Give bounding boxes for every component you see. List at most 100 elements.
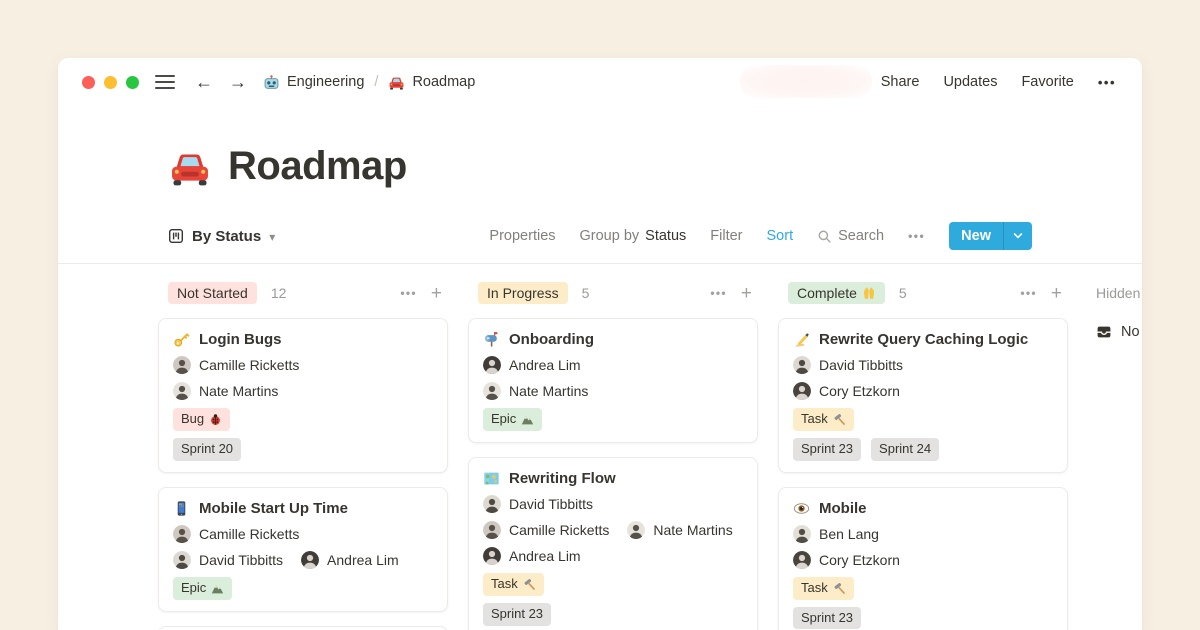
map-icon: [483, 470, 500, 487]
card-onboarding[interactable]: OnboardingAndrea LimNate MartinsEpic: [468, 318, 758, 443]
topbar-actions: Share Updates Favorite •••: [881, 74, 1116, 90]
assignee-row: Cory Etzkorn: [793, 382, 1053, 400]
assignee-row: Cory Etzkorn: [793, 551, 1053, 569]
assignee: Cory Etzkorn: [793, 382, 900, 400]
avatar: [793, 356, 811, 374]
car-icon: [388, 74, 405, 91]
assignee-row: Camille Ricketts: [173, 525, 433, 543]
group-by-prefix: Group by: [580, 228, 640, 244]
hammer-icon: [523, 578, 536, 591]
breadcrumb-separator: /: [374, 74, 378, 90]
new-button-chevron-icon[interactable]: [1003, 222, 1032, 250]
assignee-name: Camille Ricketts: [199, 357, 299, 373]
tag-row: Sprint 23: [483, 603, 743, 626]
robot-icon: [263, 74, 280, 91]
tag-label: Sprint 23: [801, 440, 853, 459]
avatar: [793, 525, 811, 543]
status-pill[interactable]: Complete: [788, 282, 885, 305]
minimize-window-button[interactable]: [104, 76, 117, 89]
toolbar-sort[interactable]: Sort: [767, 228, 794, 244]
card-title: Rewrite Query Caching Logic: [819, 331, 1028, 348]
tag-pill: Sprint 24: [871, 438, 939, 461]
share-button[interactable]: Share: [881, 74, 920, 90]
avatar: [173, 551, 191, 569]
favorite-button[interactable]: Favorite: [1021, 74, 1073, 90]
column-add-icon[interactable]: +: [431, 284, 442, 303]
card-login-bugs[interactable]: Login BugsCamille RickettsNate MartinsBu…: [158, 318, 448, 473]
more-options-icon[interactable]: •••: [1098, 75, 1116, 90]
breadcrumb-item[interactable]: Roadmap: [388, 74, 475, 91]
assignee-row: Camille Ricketts: [173, 356, 433, 374]
group-by-value: Status: [645, 228, 686, 244]
avatar: [483, 382, 501, 400]
board-column-hidden: Hidden No: [1088, 280, 1142, 340]
card-rewriting-flow[interactable]: Rewriting FlowDavid TibbittsCamille Rick…: [468, 457, 758, 630]
column-more-icon[interactable]: •••: [1020, 286, 1037, 300]
tag-pill: Sprint 20: [173, 438, 241, 461]
card-error-codes[interactable]: Error Codes: [158, 626, 448, 630]
back-arrow-icon[interactable]: ←: [195, 73, 213, 91]
forward-arrow-icon[interactable]: →: [229, 73, 247, 91]
card-mobile-start-up-time[interactable]: Mobile Start Up TimeCamille RickettsDavi…: [158, 487, 448, 612]
tag-pill: Sprint 23: [793, 607, 861, 630]
column-count: 12: [271, 285, 287, 301]
hidden-columns-label[interactable]: Hidden: [1096, 285, 1140, 301]
breadcrumb-item[interactable]: Engineering: [263, 74, 364, 91]
toolbar-filter[interactable]: Filter: [710, 228, 742, 244]
mountain-icon: [211, 582, 224, 595]
toolbar-more-icon[interactable]: •••: [908, 229, 925, 243]
tag-row: Task: [793, 408, 1053, 431]
redacted-highlight: [740, 65, 872, 98]
assignee-name: Nate Martins: [509, 383, 588, 399]
column-more-icon[interactable]: •••: [710, 286, 727, 300]
window-controls: [82, 76, 139, 89]
tag-row: Sprint 23 Sprint 24: [793, 438, 1053, 461]
tag-pill: Sprint 23: [793, 438, 861, 461]
assignee: Nate Martins: [483, 382, 588, 400]
assignee-name: Andrea Lim: [509, 548, 581, 564]
board-column-complete: Complete5•••+Rewrite Query Caching Logic…: [778, 280, 1068, 630]
assignee: Andrea Lim: [483, 547, 581, 565]
column-more-icon[interactable]: •••: [400, 286, 417, 300]
assignee: David Tibbitts: [793, 356, 903, 374]
board-column-not-started: Not Started 12 ••• + Login BugsCamille Ricke…: [158, 280, 448, 630]
assignee: Camille Ricketts: [483, 521, 609, 539]
column-add-icon[interactable]: +: [741, 284, 752, 303]
close-window-button[interactable]: [82, 76, 95, 89]
page-icon-car[interactable]: [168, 145, 212, 189]
avatar: [793, 551, 811, 569]
kanban-board: Not Started 12 ••• + Login BugsCamille Ricke…: [58, 264, 1142, 630]
assignee-row: David TibbittsAndrea Lim: [173, 551, 433, 569]
tag-label: Bug: [181, 410, 204, 429]
tag-pill: Bug: [173, 408, 230, 431]
tag-row: Bug: [173, 408, 433, 431]
column-add-icon[interactable]: +: [1051, 284, 1062, 303]
toolbar-search[interactable]: Search: [817, 228, 884, 244]
updates-button[interactable]: Updates: [943, 74, 997, 90]
view-switcher[interactable]: By Status ▾: [168, 228, 275, 245]
sidebar-menu-icon[interactable]: [155, 75, 175, 89]
status-label: In Progress: [487, 285, 559, 302]
card-rewrite-query-caching-logic[interactable]: Rewrite Query Caching Logic David Tibbitt…: [778, 318, 1068, 473]
new-button-label: New: [949, 222, 1003, 250]
column-header: Complete5•••+: [778, 280, 1068, 306]
status-pill[interactable]: In Progress: [478, 282, 568, 305]
card-mobile[interactable]: MobileBen LangCory EtzkornTaskSprint 23: [778, 487, 1068, 630]
avatar: [627, 521, 645, 539]
board-view-icon: [168, 228, 184, 244]
avatar: [483, 495, 501, 513]
assignee-row: Camille RickettsNate Martins: [483, 521, 743, 539]
status-pill[interactable]: Not Started: [168, 282, 257, 305]
toolbar-group-by[interactable]: Group by Status: [580, 228, 687, 244]
tag-label: Sprint 20: [181, 440, 233, 459]
toolbar-properties[interactable]: Properties: [489, 228, 555, 244]
hidden-group-row[interactable]: No: [1088, 324, 1142, 340]
column-header: Not Started 12 ••• +: [158, 280, 448, 306]
page-title[interactable]: Roadmap: [228, 144, 407, 189]
zoom-window-button[interactable]: [126, 76, 139, 89]
new-button[interactable]: New: [949, 222, 1032, 250]
assignee: David Tibbitts: [483, 495, 593, 513]
menu-label: Filter: [710, 228, 742, 244]
assignee-row: David Tibbitts: [483, 495, 743, 513]
tag-label: Sprint 24: [879, 440, 931, 459]
